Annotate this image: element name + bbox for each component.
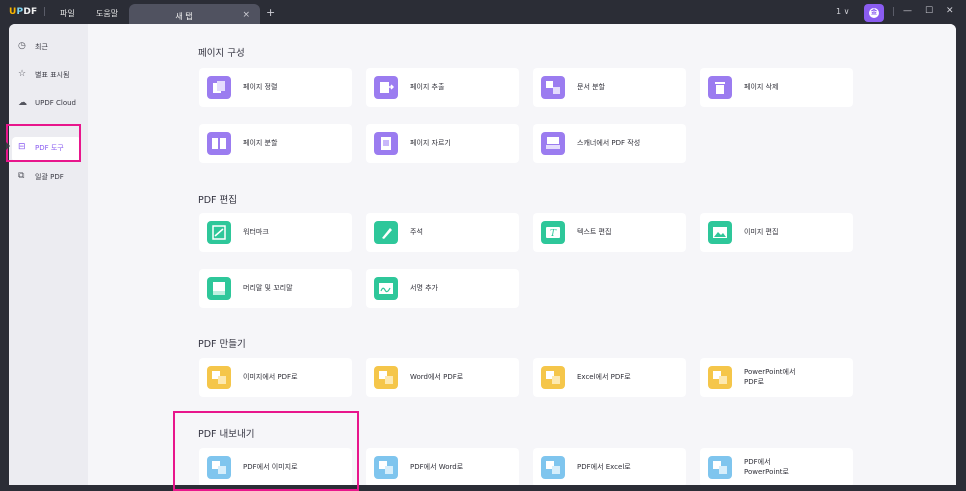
- sidebar: ◷ 최근 ☆ 별표 표시됨 ☁ UPDF Cloud ⊟ PDF 도구 ⧉ 일괄…: [9, 24, 88, 485]
- excel-to-pdf-icon: [541, 366, 565, 389]
- updf-logo: UPDF: [9, 7, 38, 17]
- window-count-dropdown[interactable]: 1 ∨: [836, 7, 850, 16]
- maximize-button[interactable]: ☐: [925, 6, 933, 16]
- divider: |: [892, 7, 896, 17]
- clock-icon: ◷: [18, 41, 26, 51]
- tool-word-to-pdf[interactable]: Word에서 PDF로: [366, 358, 519, 397]
- image-to-pdf-icon: [207, 366, 231, 389]
- menu-file[interactable]: 파일: [60, 8, 75, 19]
- cloud-icon: ☁: [18, 98, 27, 108]
- tool-add-signature[interactable]: 서명 추가: [366, 269, 519, 308]
- section-title-edit: PDF 편집: [198, 195, 238, 206]
- powerpoint-to-pdf-icon: [708, 366, 732, 389]
- menu-help[interactable]: 도움말: [96, 8, 118, 19]
- new-tab-button[interactable]: +: [266, 6, 275, 19]
- pdf-to-powerpoint-icon: [708, 456, 732, 479]
- tool-header-footer[interactable]: 머리말 및 꼬리말: [199, 269, 352, 308]
- tool-image-to-pdf[interactable]: 이미지에서 PDF로: [199, 358, 352, 397]
- split-pages-icon: [207, 132, 231, 155]
- highlighter-icon: [374, 221, 398, 244]
- tool-edit-text[interactable]: T 텍스트 편집: [533, 213, 686, 252]
- tool-crop-pages[interactable]: 페이지 자르기: [366, 124, 519, 163]
- section-title-create: PDF 만들기: [198, 339, 246, 350]
- tool-extract-pages[interactable]: 페이지 추출: [366, 68, 519, 107]
- star-icon: ☆: [18, 69, 27, 79]
- annotation-highlight-pdf-tools: [6, 124, 81, 162]
- tool-label-line: PDF로: [744, 378, 765, 386]
- tab-title: 새 탭: [175, 12, 193, 21]
- divider: |: [43, 7, 47, 17]
- signature-icon: [374, 277, 398, 300]
- tool-edit-image[interactable]: 이미지 편집: [700, 213, 853, 252]
- image-edit-icon: [708, 221, 732, 244]
- tool-split-pages[interactable]: 페이지 분할: [199, 124, 352, 163]
- svg-text:T: T: [550, 229, 557, 239]
- app-window: ◷ 최근 ☆ 별표 표시됨 ☁ UPDF Cloud ⊟ PDF 도구 ⧉ 일괄…: [9, 24, 956, 485]
- tool-organize-pages[interactable]: 페이지 정렬: [199, 68, 352, 107]
- tool-label-line: PDF에서: [744, 458, 771, 466]
- scanner-icon: [541, 132, 565, 155]
- batch-icon: ⧉: [18, 171, 25, 181]
- watermark-icon: [207, 221, 231, 244]
- pdf-to-excel-icon: [541, 456, 565, 479]
- close-window-button[interactable]: ✕: [946, 6, 954, 16]
- pdf-to-word-icon: [374, 456, 398, 479]
- tool-pdf-to-word[interactable]: PDF에서 Word로: [366, 448, 519, 485]
- tool-label-line: PowerPoint에서: [744, 368, 796, 376]
- annotation-highlight-export: [173, 411, 359, 491]
- tab-new[interactable]: 새 탭 ×: [129, 4, 260, 26]
- tool-pdf-to-powerpoint[interactable]: PDF에서 PowerPoint로: [700, 448, 853, 485]
- tool-scanner-to-pdf[interactable]: 스캐너에서 PDF 작성: [533, 124, 686, 163]
- tool-powerpoint-to-pdf[interactable]: PowerPoint에서 PDF로: [700, 358, 853, 397]
- extract-pages-icon: [374, 76, 398, 99]
- tool-pdf-to-excel[interactable]: PDF에서 Excel로: [533, 448, 686, 485]
- tool-annotate[interactable]: 주석: [366, 213, 519, 252]
- trash-icon: [708, 76, 732, 99]
- sidebar-caret-icon: [6, 142, 10, 150]
- split-document-icon: [541, 76, 565, 99]
- tool-excel-to-pdf[interactable]: Excel에서 PDF로: [533, 358, 686, 397]
- tool-watermark[interactable]: 워터마크: [199, 213, 352, 252]
- tool-delete-pages[interactable]: 페이지 삭제: [700, 68, 853, 107]
- tab-close-icon[interactable]: ×: [242, 10, 250, 20]
- tool-split-document[interactable]: 문서 분할: [533, 68, 686, 107]
- word-to-pdf-icon: [374, 366, 398, 389]
- header-footer-icon: [207, 277, 231, 300]
- title-bar: UPDF | 파일 도움말 새 탭 × + 1 ∨ 金 | — ☐ ✕: [0, 0, 966, 26]
- avatar[interactable]: 金: [864, 4, 884, 22]
- minimize-button[interactable]: —: [903, 6, 912, 16]
- text-edit-icon: T: [541, 221, 565, 244]
- organize-pages-icon: [207, 76, 231, 99]
- crop-pages-icon: [374, 132, 398, 155]
- section-title-organize: 페이지 구성: [198, 48, 245, 59]
- tool-label-line: PowerPoint로: [744, 468, 789, 476]
